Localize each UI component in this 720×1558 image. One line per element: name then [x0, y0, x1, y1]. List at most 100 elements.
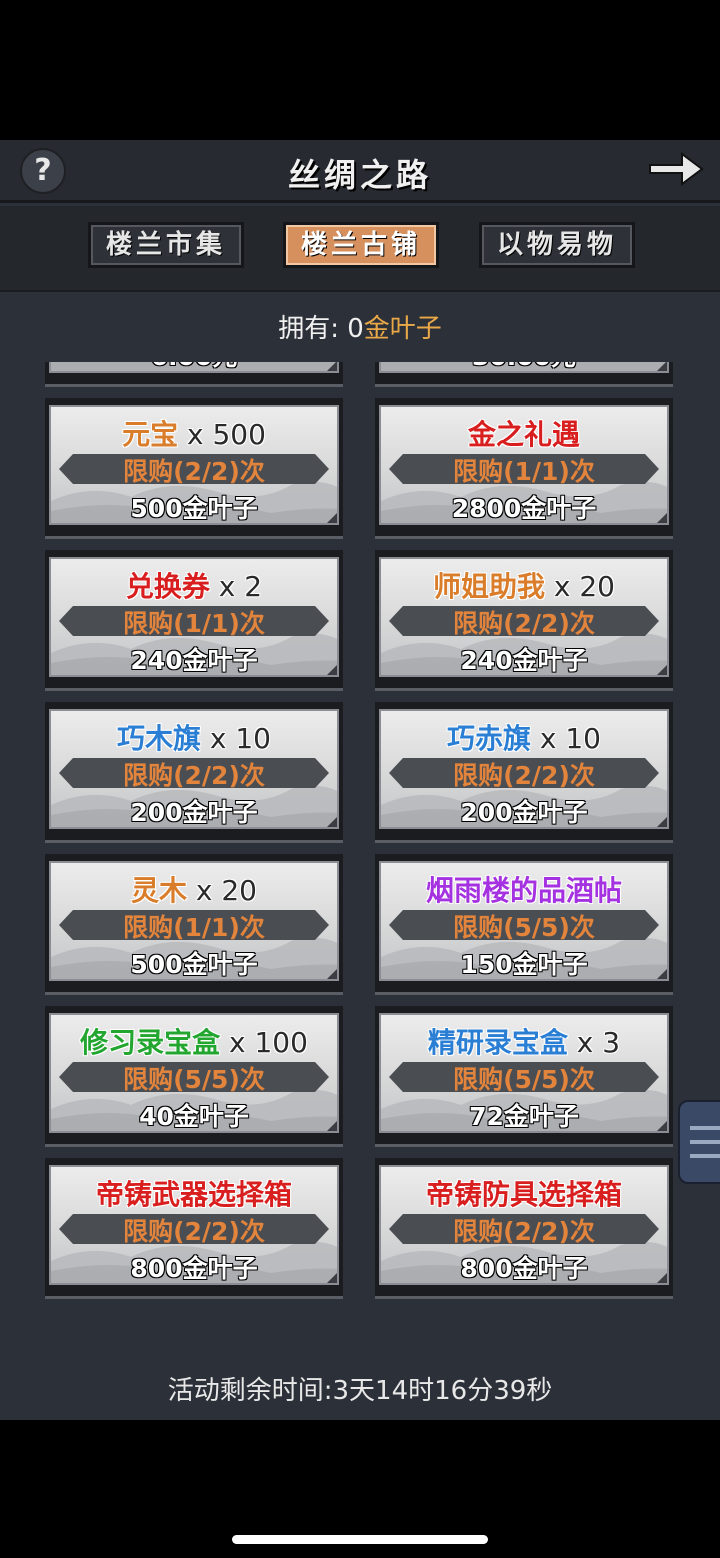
tab-bar: 楼兰市集 楼兰古铺 以物易物 — [0, 206, 720, 292]
card-corner — [327, 969, 337, 979]
item-title: 灵木 — [130, 874, 187, 907]
item-card-inner: 烟雨楼的品酒帖限购(5/5)次 150金叶子 — [379, 861, 669, 981]
item-card[interactable]: 百补丝绸限购(1/1)次6.00元 — [45, 362, 343, 387]
item-card[interactable]: 灵木 x 20 限购(1/1)次 500金叶子 — [45, 854, 343, 995]
item-card-inner: 精致丝绸限购(1/1)次30.00元 — [379, 362, 669, 373]
side-menu-button[interactable] — [678, 1100, 720, 1184]
item-card[interactable]: 帝铸武器选择箱限购(2/2)次 800金叶子 — [45, 1158, 343, 1299]
purchase-limit: 限购(5/5)次 — [453, 1065, 595, 1094]
item-name: 元宝 x 500 — [51, 413, 337, 453]
item-name: 帝铸武器选择箱 — [51, 1173, 337, 1213]
owned-amount: 0 — [347, 314, 364, 344]
card-corner — [657, 665, 667, 675]
item-card[interactable]: 兑换券 x 2 限购(1/1)次 240金叶子 — [45, 550, 343, 691]
item-title: 巧赤旗 — [446, 722, 531, 755]
item-title: 烟雨楼的品酒帖 — [425, 874, 622, 907]
item-card-inner: 兑换券 x 2 限购(1/1)次 240金叶子 — [49, 557, 339, 677]
item-card[interactable]: 精致丝绸限购(1/1)次30.00元 — [375, 362, 673, 387]
page-title: 丝绸之路 — [287, 156, 432, 194]
item-price: 6.00元 — [51, 362, 337, 371]
item-card-inner: 师姐助我 x 20 限购(2/2)次 240金叶子 — [379, 557, 669, 677]
card-corner — [657, 1273, 667, 1283]
purchase-limit: 限购(2/2)次 — [123, 761, 265, 790]
item-quantity: x 20 — [545, 570, 615, 603]
card-corner — [657, 362, 667, 371]
item-card[interactable]: 修习录宝盒 x 100 限购(5/5)次 40金叶子 — [45, 1006, 343, 1147]
item-card-inner: 灵木 x 20 限购(1/1)次 500金叶子 — [49, 861, 339, 981]
card-corner — [327, 817, 337, 827]
purchase-limit: 限购(5/5)次 — [123, 1065, 265, 1094]
item-price: 2800金叶子 — [451, 494, 597, 523]
item-title: 精研录宝盒 — [427, 1026, 568, 1059]
item-price: 72金叶子 — [469, 1102, 579, 1131]
item-card[interactable]: 巧木旗 x 10 限购(2/2)次 200金叶子 — [45, 702, 343, 843]
item-price: 500金叶子 — [130, 950, 258, 979]
item-price: 40金叶子 — [139, 1102, 249, 1131]
item-title: 金之礼遇 — [467, 418, 580, 451]
item-quantity: x 2 — [209, 570, 263, 603]
item-name: 金之礼遇 — [381, 413, 667, 453]
card-corner — [327, 362, 337, 371]
item-name: 兑换券 x 2 — [51, 565, 337, 605]
item-name: 巧木旗 x 10 — [51, 717, 337, 757]
item-price: 240金叶子 — [130, 646, 258, 675]
item-name: 帝铸防具选择箱 — [381, 1173, 667, 1213]
item-quantity: x 10 — [201, 722, 271, 755]
item-card-inner: 巧木旗 x 10 限购(2/2)次 200金叶子 — [49, 709, 339, 829]
item-title: 帝铸防具选择箱 — [425, 1178, 622, 1211]
item-name: 巧赤旗 x 10 — [381, 717, 667, 757]
purchase-limit: 限购(1/1)次 — [123, 609, 265, 638]
item-title: 元宝 — [122, 418, 179, 451]
item-title: 师姐助我 — [432, 570, 545, 603]
purchase-limit: 限购(2/2)次 — [123, 1217, 265, 1246]
item-card[interactable]: 烟雨楼的品酒帖限购(5/5)次 150金叶子 — [375, 854, 673, 995]
tab-loulan-market[interactable]: 楼兰市集 — [88, 222, 244, 268]
item-card[interactable]: 帝铸防具选择箱 限购(2/2)次 800金叶子 — [375, 1158, 673, 1299]
purchase-limit: 限购(2/2)次 — [123, 457, 265, 486]
item-card-inner: 帝铸武器选择箱限购(2/2)次 800金叶子 — [49, 1165, 339, 1285]
item-name: 精研录宝盒 x 3 — [381, 1021, 667, 1061]
item-price: 150金叶子 — [460, 950, 588, 979]
owned-label: 拥有: — [278, 314, 339, 344]
item-price: 800金叶子 — [130, 1254, 258, 1283]
item-name: 烟雨楼的品酒帖 — [381, 869, 667, 909]
item-quantity: x 100 — [220, 1026, 308, 1059]
card-corner — [657, 817, 667, 827]
currency-owned: 拥有: 0金叶子 — [0, 308, 720, 345]
item-card[interactable]: 金之礼遇 限购(1/1)次 2800金叶子 — [375, 398, 673, 539]
card-corner — [327, 513, 337, 523]
item-title: 帝铸武器选择箱 — [95, 1178, 292, 1211]
item-card-inner: 金之礼遇 限购(1/1)次 2800金叶子 — [379, 405, 669, 525]
purchase-limit: 限购(2/2)次 — [453, 761, 595, 790]
item-price: 200金叶子 — [460, 798, 588, 827]
owned-currency: 金叶子 — [363, 314, 442, 344]
tab-loulan-shop[interactable]: 楼兰古铺 — [283, 222, 439, 268]
item-title: 巧木旗 — [116, 722, 201, 755]
item-quantity: x 500 — [178, 418, 266, 451]
card-corner — [657, 513, 667, 523]
item-price: 30.00元 — [381, 362, 667, 371]
item-price: 500金叶子 — [130, 494, 258, 523]
card-corner — [327, 1121, 337, 1131]
item-card-inner: 巧赤旗 x 10 限购(2/2)次 200金叶子 — [379, 709, 669, 829]
card-corner — [657, 969, 667, 979]
item-title: 兑换券 — [125, 570, 210, 603]
item-name: 师姐助我 x 20 — [381, 565, 667, 605]
item-grid: 百补丝绸限购(1/1)次6.00元 精致丝绸限购(1/1)次30.00元元宝 x … — [0, 362, 720, 1358]
item-card[interactable]: 巧赤旗 x 10 限购(2/2)次 200金叶子 — [375, 702, 673, 843]
shop-panel: ? 丝绸之路 楼兰市集 楼兰古铺 以物易物 拥有: 0金叶子 百补丝绸限购(1/… — [0, 140, 720, 1420]
header-bar: ? 丝绸之路 — [0, 140, 720, 203]
item-name: 灵木 x 20 — [51, 869, 337, 909]
item-card[interactable]: 元宝 x 500 限购(2/2)次 500金叶子 — [45, 398, 343, 539]
tab-barter[interactable]: 以物易物 — [479, 222, 635, 268]
item-card-inner: 修习录宝盒 x 100 限购(5/5)次 40金叶子 — [49, 1013, 339, 1133]
card-corner — [327, 1273, 337, 1283]
item-name: 修习录宝盒 x 100 — [51, 1021, 337, 1061]
item-price: 800金叶子 — [460, 1254, 588, 1283]
home-indicator — [232, 1535, 488, 1544]
item-card[interactable]: 精研录宝盒 x 3 限购(5/5)次 72金叶子 — [375, 1006, 673, 1147]
item-card[interactable]: 师姐助我 x 20 限购(2/2)次 240金叶子 — [375, 550, 673, 691]
item-card-inner: 精研录宝盒 x 3 限购(5/5)次 72金叶子 — [379, 1013, 669, 1133]
purchase-limit: 限购(5/5)次 — [453, 913, 595, 942]
arrow-right-icon[interactable] — [646, 148, 706, 190]
